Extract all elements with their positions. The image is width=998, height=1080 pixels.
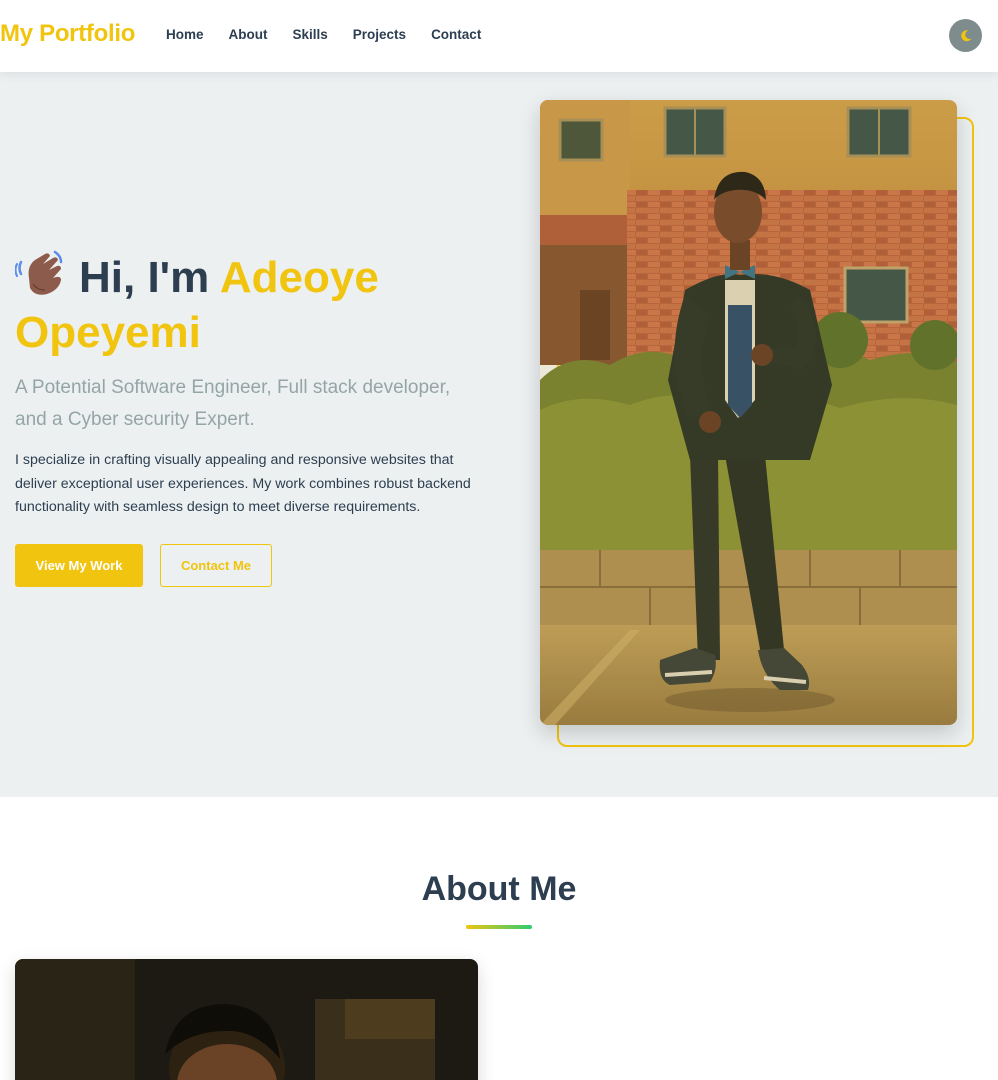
nav-link-skills[interactable]: Skills [293, 27, 328, 42]
hero-title: Hi, I'm Adeoye Opeyemi [15, 248, 495, 360]
nav-link-contact[interactable]: Contact [431, 27, 481, 42]
nav-link-home[interactable]: Home [166, 27, 204, 42]
about-portrait-image [15, 959, 478, 1080]
nav-link-projects[interactable]: Projects [353, 27, 406, 42]
waving-hand-icon [15, 250, 63, 295]
hero-name-first: Adeoye [219, 253, 379, 302]
nav-links: Home About Skills Projects Contact [166, 27, 506, 42]
hero-name-last: Opeyemi [15, 308, 201, 357]
hero-section: Hi, I'm Adeoye Opeyemi A Potential Softw… [0, 72, 998, 797]
hero-description: I specialize in crafting visually appeal… [15, 452, 471, 515]
hero-subtitle: A Potential Software Engineer, Full stac… [15, 377, 451, 430]
hero-greeting: Hi, I'm [79, 253, 210, 302]
brand-logo[interactable]: My Portfolio [0, 20, 135, 48]
moon-icon [960, 29, 971, 41]
view-my-work-button[interactable]: View My Work [15, 544, 143, 587]
contact-me-button[interactable]: Contact Me [160, 544, 272, 587]
nav-link-about[interactable]: About [229, 27, 268, 42]
about-title-underline [466, 925, 532, 929]
theme-toggle-button[interactable] [949, 19, 982, 52]
about-section-title: About Me [421, 870, 577, 908]
navbar: My Portfolio Home About Skills Projects … [0, 0, 998, 72]
hero-portrait-image [540, 100, 957, 725]
